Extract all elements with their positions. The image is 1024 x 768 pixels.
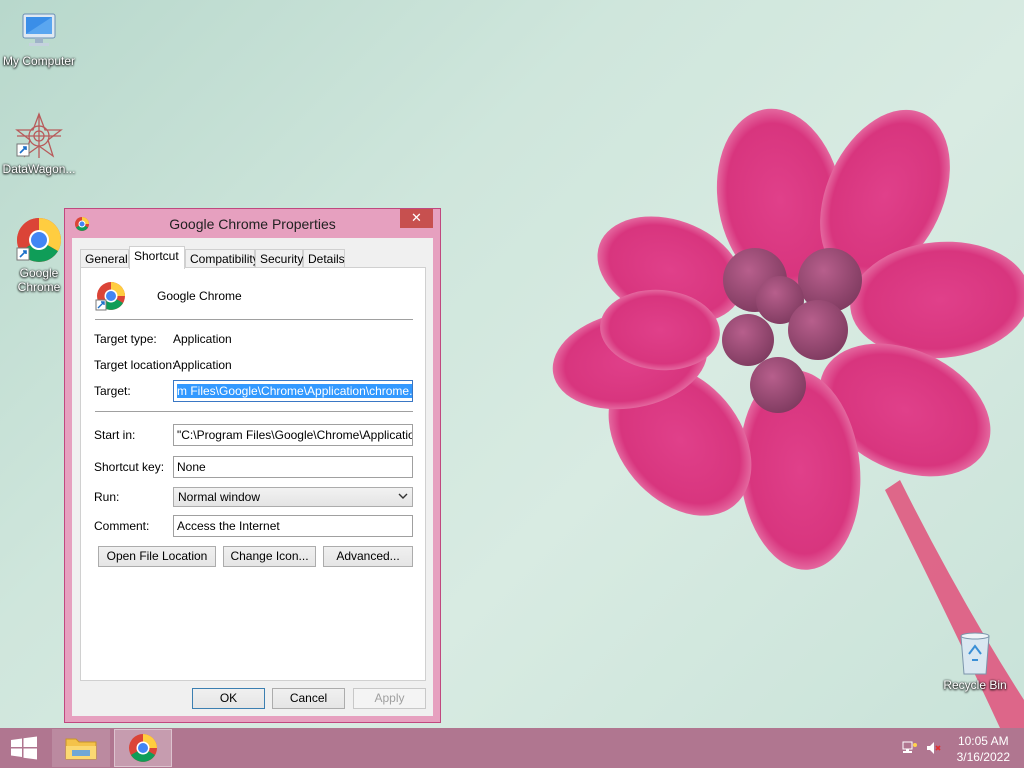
close-icon: ✕ bbox=[411, 210, 422, 225]
run-select[interactable]: Normal window bbox=[173, 487, 413, 507]
desktop-icon-label-line1: Google bbox=[19, 266, 59, 280]
desktop-icon-label: Recycle Bin bbox=[943, 678, 1007, 692]
tab-details[interactable]: Details bbox=[303, 249, 345, 268]
run-select-value: Normal window bbox=[178, 490, 261, 504]
computer-icon bbox=[22, 13, 56, 46]
chrome-icon bbox=[129, 734, 157, 762]
close-button[interactable]: ✕ bbox=[400, 209, 433, 228]
separator bbox=[95, 411, 413, 412]
clock-date: 3/16/2022 bbox=[956, 750, 1010, 764]
target-location-label: Target location: bbox=[94, 358, 176, 372]
start-button[interactable] bbox=[0, 728, 48, 768]
volume-muted-icon[interactable] bbox=[926, 741, 942, 755]
tab-shortcut[interactable]: Shortcut bbox=[129, 246, 185, 269]
advanced-button[interactable]: Advanced... bbox=[323, 546, 413, 567]
desktop-icon-label: DataWagon... bbox=[2, 162, 76, 176]
tab-compatibility[interactable]: Compatibility bbox=[185, 249, 259, 268]
shortcut-tab-panel: Google Chrome Target type: Application T… bbox=[80, 267, 426, 681]
chevron-down-icon bbox=[398, 493, 408, 499]
windows-logo-icon bbox=[11, 736, 37, 760]
target-label: Target: bbox=[94, 384, 131, 398]
taskbar: 10:05 AM 3/16/2022 bbox=[0, 728, 1024, 768]
taskbar-file-explorer[interactable] bbox=[52, 729, 110, 767]
tab-security[interactable]: Security bbox=[255, 249, 303, 268]
dialog-title: Google Chrome Properties bbox=[169, 216, 336, 232]
target-type-label: Target type: bbox=[94, 332, 157, 346]
shortcut-key-input[interactable]: None bbox=[173, 456, 413, 478]
network-icon[interactable] bbox=[902, 741, 918, 755]
target-input-value: m Files\Google\Chrome\Application\chrome… bbox=[177, 384, 412, 398]
open-file-location-button[interactable]: Open File Location bbox=[98, 546, 216, 567]
chrome-icon bbox=[95, 282, 125, 311]
app-name: Google Chrome bbox=[157, 289, 242, 303]
desktop-icon-my-computer[interactable]: My Computer bbox=[0, 10, 78, 68]
folder-icon bbox=[65, 738, 97, 760]
properties-dialog: Google Chrome Properties ✕ General Short… bbox=[64, 208, 441, 723]
clock[interactable]: 10:05 AM 3/16/2022 bbox=[957, 733, 1010, 765]
comment-label: Comment: bbox=[94, 519, 150, 533]
target-type-value: Application bbox=[173, 332, 232, 346]
desktop-icon-label: My Computer bbox=[2, 54, 76, 68]
start-in-label: Start in: bbox=[94, 428, 136, 442]
comment-input[interactable]: Access the Internet bbox=[173, 515, 413, 537]
taskbar-google-chrome[interactable] bbox=[114, 729, 172, 767]
dialog-client-area: General Shortcut Compatibility Security … bbox=[72, 238, 433, 716]
desktop-icon-label-line2: Chrome bbox=[17, 280, 61, 294]
cancel-button[interactable]: Cancel bbox=[272, 688, 345, 709]
tab-general[interactable]: General bbox=[80, 249, 129, 268]
apply-button[interactable]: Apply bbox=[353, 688, 426, 709]
desktop-icon-datawagon[interactable]: DataWagon... bbox=[0, 112, 78, 176]
chrome-icon bbox=[16, 218, 61, 262]
target-input[interactable]: m Files\Google\Chrome\Application\chrome… bbox=[173, 380, 413, 402]
system-tray: 10:05 AM 3/16/2022 bbox=[884, 728, 1024, 768]
desktop-icon-recycle-bin[interactable]: Recycle Bin bbox=[936, 630, 1014, 692]
recycle-bin-icon bbox=[960, 632, 990, 675]
clock-time: 10:05 AM bbox=[957, 734, 1009, 748]
target-location-value: Application bbox=[173, 358, 232, 372]
change-icon-button[interactable]: Change Icon... bbox=[223, 546, 316, 567]
start-in-input[interactable]: "C:\Program Files\Google\Chrome\Applicat… bbox=[173, 424, 413, 446]
ok-button[interactable]: OK bbox=[192, 688, 265, 709]
shortcut-key-label: Shortcut key: bbox=[94, 460, 165, 474]
datawagon-icon bbox=[15, 112, 63, 158]
dialog-titlebar[interactable]: Google Chrome Properties ✕ bbox=[65, 209, 440, 238]
separator bbox=[95, 319, 413, 320]
run-label: Run: bbox=[94, 490, 120, 504]
